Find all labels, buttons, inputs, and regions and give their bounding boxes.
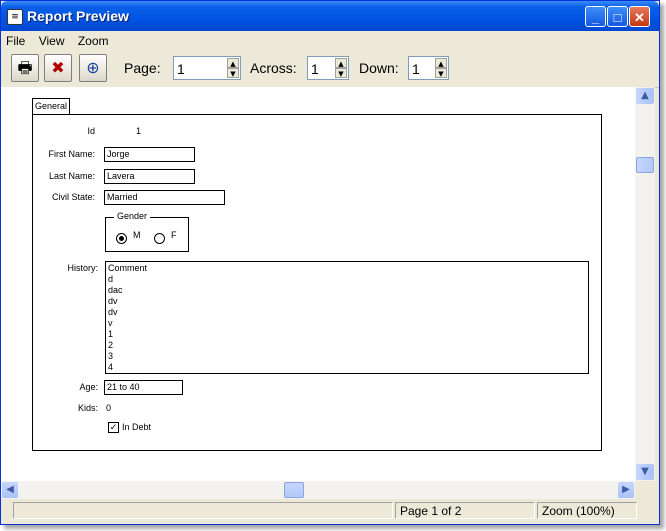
gender-f-radio [154,233,165,244]
status-panel-main [13,502,393,519]
up-arrow-icon[interactable]: ▲ [335,58,347,68]
scroll-down-icon[interactable]: ▼ [636,464,654,480]
preview-area[interactable]: General Id 1 First Name: Jorge Last Name… [1,87,635,481]
gender-group-title: Gender [114,211,151,221]
gender-f-label: F [171,230,177,240]
down-value: 1 [412,61,420,77]
gender-m-label: M [133,230,141,240]
across-value: 1 [311,61,319,77]
app-icon: ≡ [7,9,23,25]
down-spinner[interactable]: 1 ▲ ▼ [408,56,449,80]
id-label: Id [87,126,95,136]
history-line: 2 [108,340,114,350]
gender-group: Gender M F [105,211,189,252]
page-value: 1 [177,61,185,77]
down-arrow-icon[interactable]: ▼ [335,68,347,78]
kids-label: Kids: [77,403,98,413]
last-name-label: Last Name: [48,171,95,181]
scroll-up-icon[interactable]: ▲ [636,88,654,104]
first-name-label: First Name: [48,149,95,159]
status-bar: Page 1 of 2 Zoom (100%) [1,499,659,523]
page-spinner[interactable]: 1 ▲ ▼ [173,56,241,80]
title-bar[interactable]: ≡ Report Preview _ □ ✕ [1,1,659,31]
up-arrow-icon[interactable]: ▲ [435,58,447,68]
history-line: dv [108,296,118,306]
civil-state-label: Civil State: [51,192,95,202]
history-line: v [108,318,113,328]
kids-value: 0 [106,403,112,413]
history-line: Comment [108,263,148,273]
down-arrow-icon[interactable]: ▼ [435,68,447,78]
across-label: Across: [250,60,297,76]
page-label: Page: [124,60,161,76]
down-label: Down: [359,60,399,76]
id-value: 1 [136,126,142,136]
across-spinner[interactable]: 1 ▲ ▼ [307,56,349,80]
close-button[interactable]: ✕ [629,6,650,27]
menu-file[interactable]: File [1,31,30,51]
in-debt-label: In Debt [122,422,152,432]
history-line: d [108,274,114,284]
in-debt-checkbox: ✓ [108,422,119,433]
report-page: Id 1 First Name: Jorge Last Name: Lavera… [32,114,602,451]
menu-bar: File View Zoom [1,31,659,51]
age-label: Age: [79,382,98,392]
menu-view[interactable]: View [34,31,70,51]
toolbar: 🖶 ✖ ⊕ Page: 1 ▲ ▼ Across: 1 ▲ ▼ Down: 1 ▲ ▼ [1,51,659,88]
history-line: 3 [108,351,114,361]
history-memo: Comment d dac dv dv v 1 2 3 4 [105,261,589,374]
vertical-scrollbar[interactable]: ▲ ▼ [635,87,655,481]
history-label: History: [67,263,98,273]
up-arrow-icon[interactable]: ▲ [227,58,239,68]
zoom-icon[interactable]: ⊕ [79,54,107,82]
civil-state-field: Married [104,190,225,205]
minimize-button[interactable]: _ [585,6,606,27]
status-zoom: Zoom (100%) [537,502,637,519]
history-line: 1 [108,329,114,339]
maximize-button[interactable]: □ [607,6,628,27]
history-line: dac [108,285,123,295]
tab-general: General [32,98,70,114]
menu-zoom[interactable]: Zoom [73,31,114,51]
print-icon[interactable]: 🖶 [11,54,39,82]
close-preview-icon[interactable]: ✖ [44,54,72,82]
report-preview-window: ≡ Report Preview _ □ ✕ File View Zoom 🖶 … [0,0,660,525]
scroll-right-icon[interactable]: ▶ [618,482,634,498]
last-name-field: Lavera [104,169,195,184]
down-arrow-icon[interactable]: ▼ [227,68,239,78]
history-line: 4 [108,362,114,372]
window-title: Report Preview [27,8,129,24]
horizontal-scrollbar[interactable]: ◀ ▶ [1,481,635,499]
first-name-field: Jorge [104,147,195,162]
history-line: dv [108,307,118,317]
gender-m-radio [116,233,127,244]
age-field: 21 to 40 [104,380,183,395]
vertical-scroll-thumb[interactable] [636,157,654,173]
scroll-corner [635,481,655,499]
horizontal-scroll-thumb[interactable] [284,482,304,498]
status-page-info: Page 1 of 2 [395,502,535,519]
scroll-left-icon[interactable]: ◀ [2,482,18,498]
